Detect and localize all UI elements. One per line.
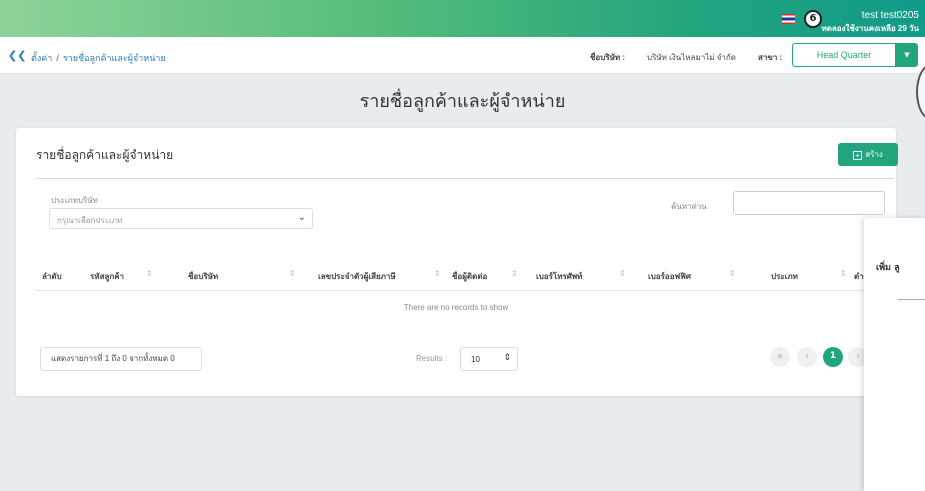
company-type-label: ประเภทบริษัท: [51, 196, 98, 205]
sort-icon[interactable]: ⇕: [619, 269, 626, 278]
customer-list-card: รายชื่อลูกค้าและผู้จำหน่าย + สร้าง ประเภท…: [16, 128, 898, 396]
results-label: Results :: [416, 354, 448, 363]
column-header-index: ลำดับ: [42, 272, 62, 281]
thai-flag-icon[interactable]: [782, 14, 795, 24]
sort-icon[interactable]: ⇕: [729, 269, 736, 278]
column-header-contact-name[interactable]: ชื่อผู้ติดต่อ: [452, 270, 487, 283]
table-header-divider: [36, 290, 894, 291]
trial-remaining: ทดลองใช้งานคงเหลือ 29 วัน: [821, 24, 919, 33]
results-per-page-select[interactable]: 10 ⇕: [460, 347, 518, 371]
records-summary: แสดงรายการที่ 1 ถึง 0 จากทั้งหมด 0: [40, 347, 202, 371]
caret-down-icon[interactable]: ▼: [896, 43, 918, 67]
page-button-current[interactable]: 1: [823, 347, 843, 367]
user-name[interactable]: test test0205: [862, 10, 919, 21]
column-header-partial[interactable]: ตำ: [854, 270, 864, 283]
breadcrumb-separator: /: [56, 53, 59, 63]
sort-icon[interactable]: ⇕: [840, 269, 847, 278]
company-type-select[interactable]: กรุณาเลือกประเภท ⌄: [49, 208, 313, 229]
sort-icon[interactable]: ⇕: [511, 269, 518, 278]
quick-search-label: ค้นหาด่วน: [671, 202, 707, 211]
column-header-company-name[interactable]: ชื่อบริษัท: [188, 270, 218, 283]
first-page-button[interactable]: «: [770, 347, 790, 367]
column-header-type[interactable]: ประเภท: [771, 270, 798, 283]
create-button[interactable]: + สร้าง: [838, 143, 898, 166]
updown-caret-icon: ⇕: [503, 353, 511, 363]
quick-search-input[interactable]: [733, 191, 885, 215]
card-title: รายชื่อลูกค้าและผู้จำหน่าย: [36, 148, 174, 162]
company-name: บริษัท เงินไหลมาไม่ จำกัด: [647, 53, 736, 62]
sub-header: ❮❮ ตั้งค่า / รายชื่อลูกค้าและผู้จำหน่าย ชื…: [0, 37, 925, 74]
top-header: 6 test test0205 ทดลองใช้งานคงเหลือ 29 วั…: [0, 0, 925, 37]
coin-icon[interactable]: 6: [804, 10, 822, 28]
create-button-label: สร้าง: [865, 150, 883, 159]
add-customer-panel: เพิ่ม ลู: [864, 218, 925, 491]
branch-select[interactable]: Head Quarter: [792, 43, 896, 67]
breadcrumb: ตั้งค่า / รายชื่อลูกค้าและผู้จำหน่าย: [31, 51, 166, 65]
divider: [36, 178, 894, 179]
panel-title: เพิ่ม ลู: [876, 263, 900, 273]
company-label: ชื่อบริษัท :: [590, 53, 626, 62]
results-per-page-value: 10: [471, 355, 480, 364]
sort-icon[interactable]: ⇕: [289, 269, 296, 278]
sort-icon[interactable]: ⇕: [434, 269, 441, 278]
sort-icon[interactable]: ⇕: [146, 269, 153, 278]
column-header-customer-code[interactable]: รหัสลูกค้า: [90, 270, 124, 283]
plus-square-icon: +: [853, 151, 863, 160]
company-type-placeholder: กรุณาเลือกประเภท: [57, 216, 123, 225]
page-title: รายชื่อลูกค้าและผู้จำหน่าย: [359, 91, 566, 112]
branch-label: สาขา :: [758, 53, 783, 62]
double-chevron-left-icon[interactable]: ❮❮: [8, 49, 26, 62]
column-header-tax-id[interactable]: เลขประจำตัวผู้เสียภาษี: [318, 270, 396, 283]
breadcrumb-settings[interactable]: ตั้งค่า: [31, 53, 52, 63]
column-header-office-phone[interactable]: เบอร์ออฟฟิศ: [648, 270, 691, 283]
panel-divider: [898, 299, 925, 300]
breadcrumb-current: รายชื่อลูกค้าและผู้จำหน่าย: [62, 53, 166, 63]
prev-page-button[interactable]: ‹: [797, 347, 817, 367]
column-header-phone[interactable]: เบอร์โทรศัพท์: [536, 270, 582, 283]
chevron-down-icon: ⌄: [297, 212, 306, 223]
empty-table-message: There are no records to show: [403, 303, 509, 312]
